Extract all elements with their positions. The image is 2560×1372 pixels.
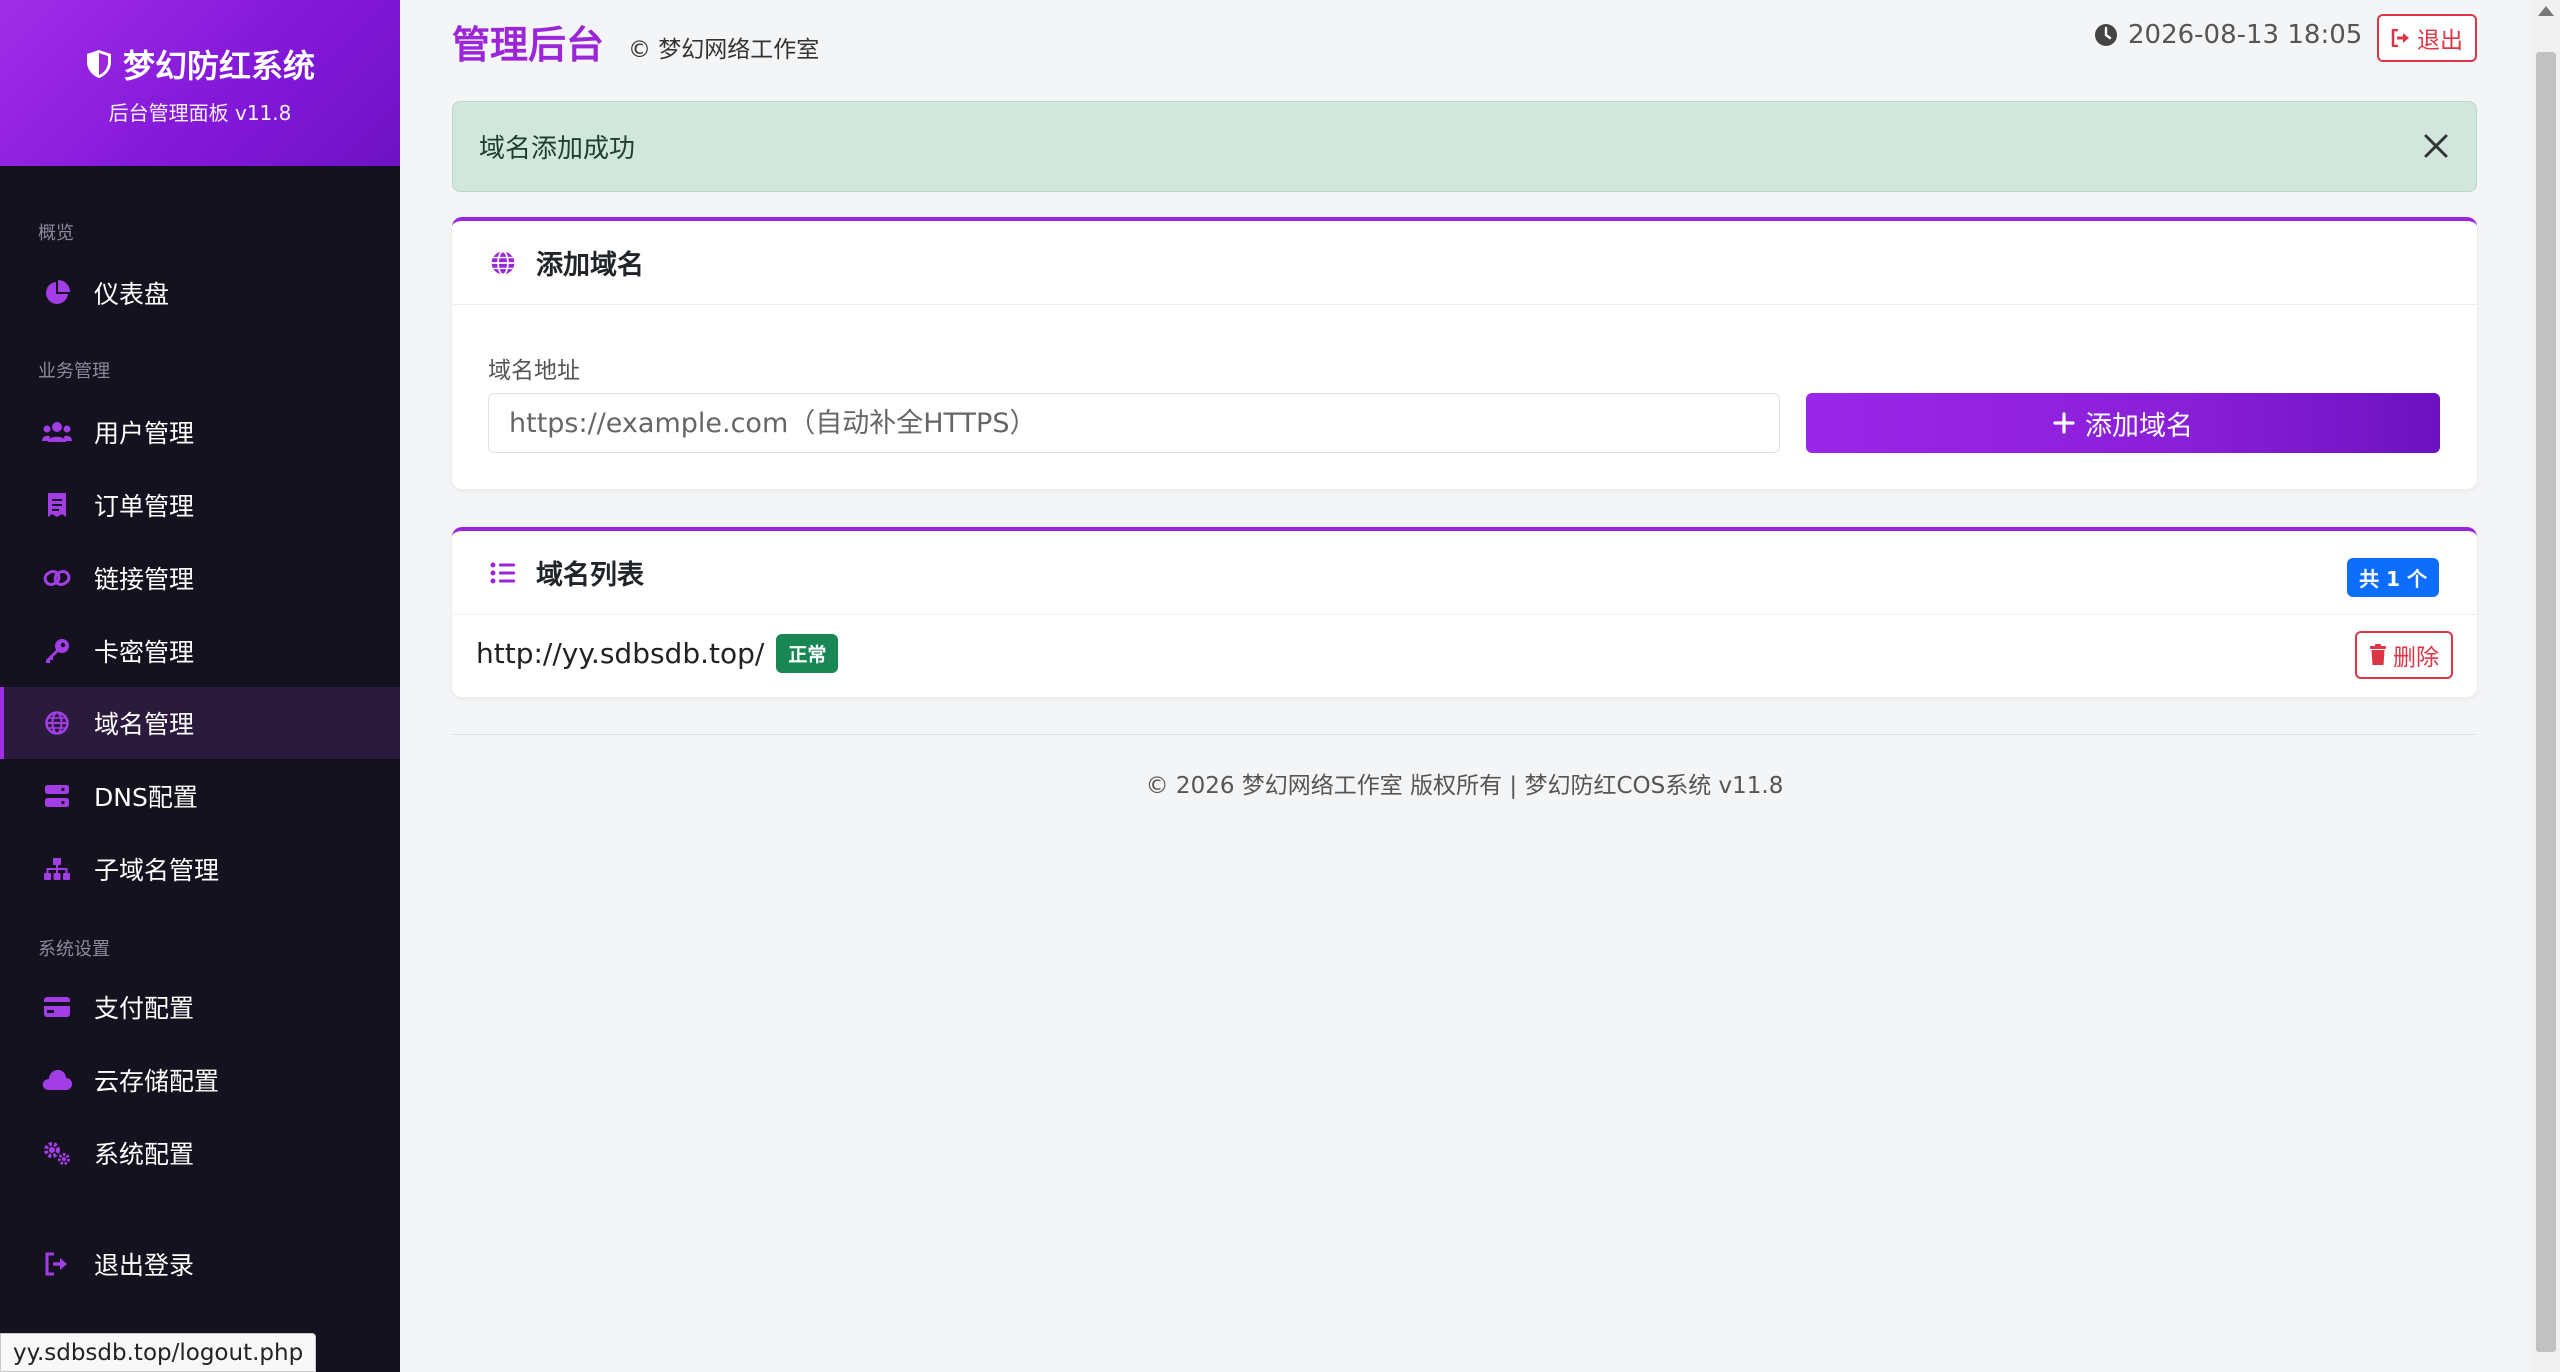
credit-card-icon [42,992,72,1022]
sidebar-item-label: 订单管理 [94,492,195,521]
sidebar-item-label: 卡密管理 [94,638,195,667]
sidebar-item-label: 系统配置 [94,1140,195,1169]
sidebar-item-label: 云存储配置 [94,1067,220,1096]
add-domain-card-header: 添加域名 [452,221,2477,305]
scroll-up-arrow-icon[interactable] [2538,6,2554,16]
sidebar-item-label: DNS配置 [94,783,198,812]
datetime-text: 2026-08-13 18:05 [2128,20,2363,50]
sitemap-icon [42,854,72,884]
sidebar-item-dns[interactable]: DNS配置 [0,760,400,832]
cogs-icon [42,1138,72,1168]
brand-header: 梦幻防红系统 后台管理面板 v11.8 [0,0,400,166]
add-domain-button-label: 添加域名 [2085,410,2193,442]
sidebar-item-payment[interactable]: 支付配置 [0,971,400,1043]
page-subtitle: © 梦幻网络工作室 [628,37,820,63]
alert-message: 域名添加成功 [479,134,636,164]
domain-list-card-header: 域名列表 共 1 个 [452,531,2477,615]
globe-icon [488,248,518,278]
brand-title: 梦幻防红系统 [122,46,315,85]
status-badge: 正常 [776,633,839,673]
receipt-icon [42,490,72,520]
sign-out-icon [2391,29,2411,47]
plus-icon [2053,412,2075,434]
domain-url: http://yy.sdbsdb.top/ [476,636,765,670]
sidebar-section-overview: 概览 [38,223,74,244]
sidebar-item-subdomains[interactable]: 子域名管理 [0,833,400,905]
brand-title-row: 梦幻防红系统 [85,41,315,87]
add-domain-title: 添加域名 [536,250,644,281]
sidebar-item-label: 域名管理 [94,710,195,739]
sidebar-item-domains[interactable]: 域名管理 [0,687,400,759]
sidebar-item-label: 用户管理 [94,419,195,448]
sidebar-item-links[interactable]: 链接管理 [0,542,400,614]
users-icon [42,417,72,447]
sidebar-item-label: 链接管理 [94,565,195,594]
footer-copyright: © 2026 梦幻网络工作室 版权所有 | 梦幻防红COS系统 v11.8 [1145,773,1784,799]
sidebar-item-cards[interactable]: 卡密管理 [0,615,400,687]
cloud-icon [42,1065,72,1095]
delete-domain-button[interactable]: 删除 [2355,631,2453,679]
success-alert: 域名添加成功 [452,101,2477,192]
current-datetime: 2026-08-13 18:05 [2094,20,2362,50]
sidebar-item-label: 支付配置 [94,994,195,1023]
page-title: 管理后台 [452,23,605,67]
sidebar-item-label: 退出登录 [94,1251,195,1280]
sidebar-item-users[interactable]: 用户管理 [0,396,400,468]
add-domain-button[interactable]: 添加域名 [1806,393,2440,453]
list-icon [488,558,518,588]
sidebar-item-label: 仪表盘 [94,280,170,309]
sidebar: 梦幻防红系统 后台管理面板 v11.8 概览 仪表盘 业务管理 用户管理 订单管… [0,0,400,1372]
sidebar-item-system-config[interactable]: 系统配置 [0,1117,400,1189]
domain-input[interactable] [488,393,1780,453]
globe-icon [42,708,72,738]
sidebar-item-label: 子域名管理 [94,856,220,885]
scrollbar-thumb[interactable] [2536,52,2556,1352]
footer-divider [452,734,2477,735]
shield-icon [85,49,113,79]
logout-button[interactable]: 退出 [2377,14,2477,62]
trash-icon [2369,644,2387,666]
chart-pie-icon [42,278,72,308]
logout-button-label: 退出 [2417,28,2463,54]
domain-row: http://yy.sdbsdb.top/ 正常 [476,623,839,683]
key-icon [42,636,72,666]
link-icon [42,563,72,593]
sidebar-section-business: 业务管理 [38,361,110,382]
sidebar-item-logout[interactable]: 退出登录 [0,1228,400,1300]
clock-icon [2094,23,2118,47]
add-domain-card: 添加域名 域名地址 添加域名 [452,217,2477,489]
delete-button-label: 删除 [2393,645,2439,671]
sidebar-item-dashboard[interactable]: 仪表盘 [0,257,400,329]
sidebar-item-orders[interactable]: 订单管理 [0,469,400,541]
domain-field-label: 域名地址 [488,358,580,384]
brand-subtitle: 后台管理面板 v11.8 [108,100,292,125]
sidebar-item-cloud-storage[interactable]: 云存储配置 [0,1044,400,1116]
domain-list-card: 域名列表 共 1 个 http://yy.sdbsdb.top/ 正常 删除 [452,527,2477,697]
domain-list-title: 域名列表 [536,560,644,591]
sign-out-icon [42,1249,72,1279]
close-icon[interactable] [2418,128,2454,164]
domain-count-badge: 共 1 个 [2347,558,2439,597]
status-bar-url: yy.sdbsdb.top/logout.php [0,1333,317,1372]
sidebar-section-system: 系统设置 [38,939,110,960]
server-icon [42,781,72,811]
